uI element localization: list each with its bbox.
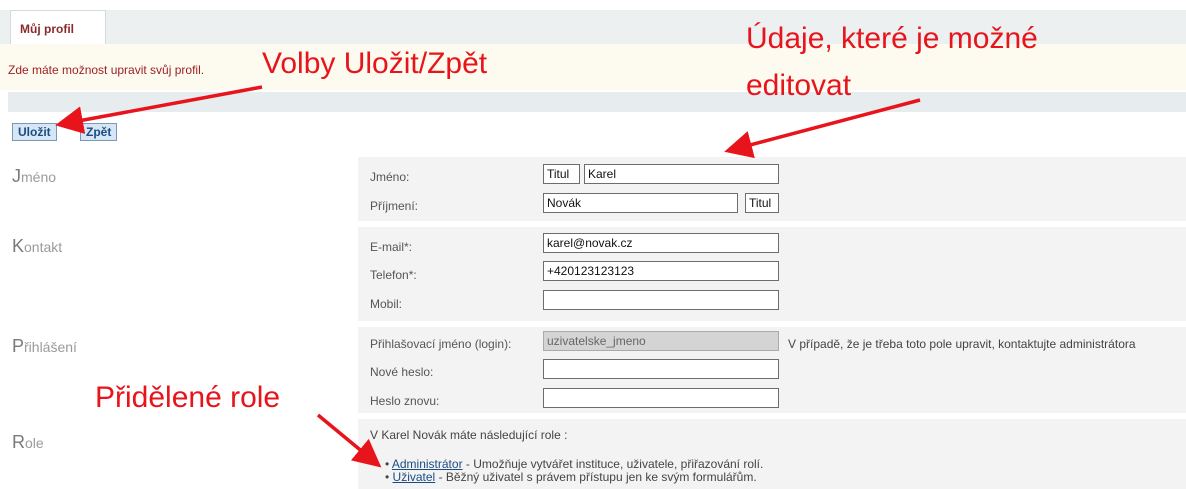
new-password-label: Nové heslo: (370, 365, 434, 379)
title-after-field[interactable]: Titul (745, 193, 779, 213)
section-roles-title: Role (12, 432, 44, 452)
section-contact-title: Kontakt (12, 236, 63, 256)
last-name-label: Příjmení: (370, 199, 419, 213)
email-label: E-mail*: (370, 240, 413, 254)
first-name-label: Jméno: (370, 170, 410, 184)
new-password-field[interactable] (543, 359, 779, 379)
roles-list: • Administrátor - Umožňuje vytvářet inst… (385, 458, 763, 484)
role-description: - Běžný uživatel s právem přístupu jen k… (435, 470, 757, 484)
tab-my-profile[interactable]: Můj profil (10, 10, 106, 44)
repeat-password-label: Heslo znovu: (370, 394, 440, 408)
tab-my-profile-label: Můj profil (20, 22, 74, 36)
intro-text: Zde máte možnost upravit svůj profil. (8, 63, 205, 77)
first-name-field[interactable]: Karel (584, 164, 779, 184)
toolbar-strip (8, 92, 1186, 112)
login-field: uzivatelske_jmeno (543, 331, 779, 351)
last-name-field[interactable]: Novák (543, 193, 738, 213)
section-name-title: Jméno (12, 166, 57, 186)
role-link-administrator[interactable]: Administrátor (392, 457, 463, 471)
mobile-label: Mobil: (370, 297, 403, 311)
phone-label: Telefon*: (370, 268, 417, 282)
annotation-editable-line2: editovat (746, 69, 852, 102)
repeat-password-field[interactable] (543, 388, 779, 408)
phone-field[interactable]: +420123123123 (543, 261, 779, 281)
email-field[interactable]: karel@novak.cz (543, 233, 779, 253)
save-button[interactable]: Uložit (12, 123, 57, 141)
roles-intro: V Karel Novák máte následující role : (370, 428, 568, 442)
annotation-roles: Přidělené role (95, 381, 281, 414)
role-link-user[interactable]: Uživatel (393, 470, 436, 484)
section-login-title: Přihlášení (12, 336, 77, 356)
login-label: Přihlašovací jméno (login): (370, 337, 512, 351)
annotation-buttons: Volby Uložit/Zpět (262, 47, 488, 80)
title-before-field[interactable]: Titul (543, 164, 580, 184)
back-button[interactable]: Zpět (80, 123, 118, 141)
mobile-field[interactable] (543, 290, 779, 310)
login-note: V případě, že je třeba toto pole upravit… (788, 337, 1136, 351)
role-description: - Umožňuje vytvářet instituce, uživatele… (462, 457, 764, 471)
annotation-editable-line1: Údaje, které je možné (746, 22, 1038, 55)
list-item: • Uživatel - Běžný uživatel s právem pří… (385, 470, 757, 484)
